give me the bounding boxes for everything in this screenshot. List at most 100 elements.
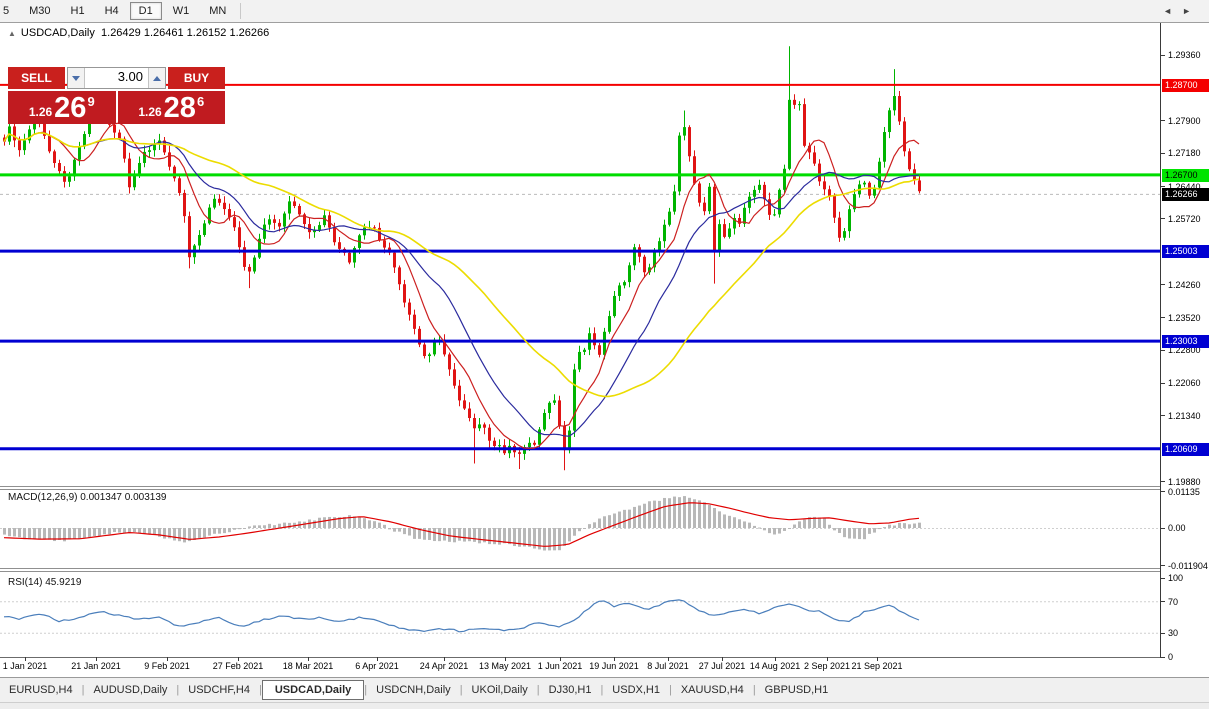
date-tick-dash (377, 657, 378, 661)
axis-tick-dash (1161, 527, 1165, 529)
date-tick-label: 21 Jan 2021 (71, 661, 121, 671)
date-tick-dash (877, 657, 878, 661)
chart-tab-usdcad[interactable]: USDCAD,Daily (261, 680, 365, 700)
bid-price-display[interactable]: 1.26 26 9 (8, 91, 116, 124)
bid-price-small: 1.26 (28, 105, 53, 119)
toolbar-separator (240, 3, 242, 19)
date-tick-label: 9 Feb 2021 (144, 661, 190, 671)
chart-tab-usdcnh[interactable]: USDCNH,Daily (367, 681, 460, 699)
chart-tab-usdchf[interactable]: USDCHF,H4 (179, 681, 259, 699)
volume-increase-button[interactable] (148, 68, 165, 88)
ask-price-small: 1.26 (138, 105, 162, 119)
macd-indicator-label: MACD(12,26,9) 0.001347 0.003139 (8, 492, 167, 503)
price-tick-label: 1.22060 (1168, 378, 1201, 389)
price-tick-label: 30 (1168, 628, 1179, 639)
price-tick-label: 70 (1168, 596, 1179, 607)
axis-tick-dash (1161, 632, 1165, 634)
timeframe-button-m30[interactable]: M30 (20, 2, 59, 20)
axis-tick-dash (1161, 577, 1165, 579)
price-tick-label: 1.24260 (1168, 279, 1201, 290)
timeframe-button-mn[interactable]: MN (200, 2, 235, 20)
price-tick-label: 1.27900 (1168, 115, 1201, 126)
date-tick-dash (775, 657, 776, 661)
date-tick-label: 1 Jun 2021 (537, 661, 583, 671)
ask-price-sup: 6 (196, 94, 205, 109)
bottom-strip (0, 702, 1209, 709)
axis-tick-dash (1161, 415, 1165, 417)
chart-symbol-title: USDCAD,Daily (20, 27, 95, 39)
date-tick-label: 2 Sep 2021 (803, 661, 851, 671)
chart-symbol-header: ▲ USDCAD,Daily 1.26429 1.26461 1.26152 1.… (8, 27, 269, 39)
price-level-label: 1.26700 (1162, 168, 1209, 182)
price-tick-label: 0.01135 (1168, 486, 1200, 497)
tab-scroll-arrows: ◄► (1163, 6, 1201, 16)
ask-price-display[interactable]: 1.26 28 6 (117, 91, 225, 124)
chart-tab-audusd[interactable]: AUDUSD,Daily (84, 681, 176, 699)
one-click-trade-widget: SELL 3.00 BUY 1.26 26 9 1.26 28 6 (8, 67, 225, 124)
date-tick-dash (505, 657, 506, 661)
date-tick-dash (167, 657, 168, 661)
chart-area: ▲ USDCAD,Daily 1.26429 1.26461 1.26152 1.… (0, 23, 1160, 658)
timeframe-button-h1[interactable]: H1 (62, 2, 94, 20)
chart-tab-ukoil[interactable]: UKOil,Daily (463, 681, 537, 699)
price-axis: 1.29360 1.27900 1.27180 1.26440 1.25720 1.242… (1160, 23, 1209, 662)
timeframe-button-d1[interactable]: D1 (129, 2, 162, 20)
price-tick-label: 100 (1168, 573, 1184, 583)
price-tick-label: 0 (1168, 652, 1174, 662)
price-tick-label: 0.00 (1168, 523, 1186, 533)
date-tick-label: 14 Aug 2021 (749, 661, 801, 671)
bid-price-big: 26 (54, 92, 87, 124)
date-tick-dash (614, 657, 615, 661)
volume-input[interactable]: 3.00 (85, 68, 148, 88)
chart-ohlc-values: 1.26429 1.26461 1.26152 1.26266 (101, 27, 270, 39)
timeframe-button-5[interactable]: 5 (0, 2, 18, 20)
date-tick-label: 21 Sep 2021 (851, 661, 903, 671)
chart-tab-dj30[interactable]: DJ30,H1 (540, 681, 601, 699)
price-level-label: 1.23003 (1162, 335, 1209, 349)
date-tick-label: 27 Feb 2021 (212, 661, 264, 671)
axis-tick-dash (1161, 317, 1165, 319)
trading-terminal-window: 5 M30 H1 H4 D1 W1 MN ▲ USDCAD,Daily 1.26429 1.2… (0, 0, 1209, 709)
axis-tick-dash (1161, 120, 1165, 122)
date-tick-dash (560, 657, 561, 661)
price-tick-label: 1.27180 (1168, 148, 1201, 159)
date-tick-dash (722, 657, 723, 661)
buy-button[interactable]: BUY (168, 67, 225, 89)
timeframe-button-h4[interactable]: H4 (96, 2, 128, 20)
date-tick-label: 1 Jan 2021 (2, 661, 48, 671)
timeframe-button-w1[interactable]: W1 (164, 2, 199, 20)
date-tick-label: 13 May 2021 (478, 661, 532, 671)
axis-tick-dash (1161, 601, 1165, 603)
tab-scroll-left-icon[interactable]: ◄ (1163, 6, 1182, 16)
chart-tab-gbpusd[interactable]: GBPUSD,H1 (756, 681, 838, 699)
chart-tab-xauusd[interactable]: XAUUSD,H4 (672, 681, 753, 699)
axis-tick-dash (1161, 218, 1165, 220)
chart-tab-bar: EURUSD,H4 | AUDUSD,Daily | USDCHF,H4 | USDCAD,… (0, 677, 1209, 702)
axis-tick-dash (1161, 152, 1165, 154)
date-tick-label: 24 Apr 2021 (419, 661, 469, 671)
sell-button[interactable]: SELL (8, 67, 65, 89)
volume-decrease-button[interactable] (68, 68, 85, 88)
price-level-label: 1.25003 (1162, 245, 1209, 259)
rsi-indicator-label: RSI(14) 45.9219 (8, 577, 82, 588)
price-level-label: 1.20609 (1162, 442, 1209, 456)
volume-stepper: 3.00 (67, 67, 166, 89)
date-tick-dash (827, 657, 828, 661)
price-tick-label: 1.21340 (1168, 410, 1201, 421)
chart-tab-usdx[interactable]: USDX,H1 (603, 681, 669, 699)
date-tick-dash (25, 657, 26, 661)
date-tick-dash (308, 657, 309, 661)
price-tick-label: 1.29360 (1168, 50, 1201, 61)
axis-tick-dash (1161, 349, 1165, 351)
axis-tick-dash (1161, 491, 1165, 493)
axis-tick-dash (1161, 382, 1165, 384)
chart-tab-eurusd[interactable]: EURUSD,H4 (0, 681, 82, 699)
axis-tick-dash (1161, 481, 1165, 483)
collapse-triangle-icon[interactable]: ▲ (8, 29, 16, 38)
date-tick-dash (238, 657, 239, 661)
tab-scroll-right-icon[interactable]: ► (1182, 6, 1201, 16)
ask-price-big: 28 (163, 92, 196, 124)
date-tick-label: 6 Apr 2021 (355, 661, 399, 671)
date-tick-label: 27 Jul 2021 (698, 661, 746, 671)
price-level-label: 1.26266 (1162, 188, 1209, 202)
